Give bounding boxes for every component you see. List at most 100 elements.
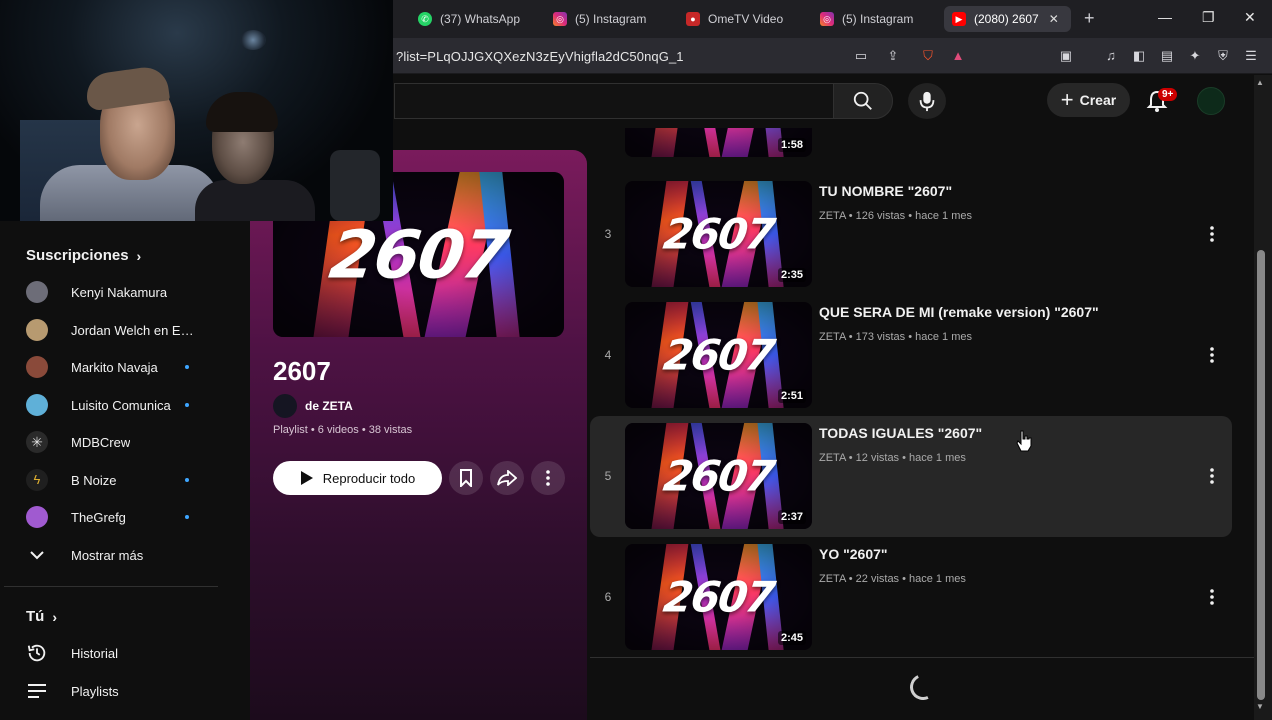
channel-avatar (26, 356, 48, 378)
plus-icon: + (1060, 87, 1074, 112)
close-tab-icon[interactable]: ✕ (1049, 12, 1059, 26)
new-content-dot (185, 478, 189, 482)
notification-count-badge: 9+ (1158, 88, 1178, 101)
save-playlist-button[interactable] (449, 461, 483, 495)
more-actions-button[interactable] (531, 461, 565, 495)
video-row[interactable]: 4 2607 2:51 QUE SERA DE MI (remake versi… (590, 295, 1232, 416)
sidebar-item-history[interactable]: Historial (26, 638, 206, 668)
share-icon[interactable]: ⇪ (885, 48, 901, 64)
you-heading[interactable]: Tú › (26, 608, 57, 625)
sidebar-item-subscription[interactable]: Markito Navaja (26, 352, 206, 382)
video-row[interactable]: 3 2607 2:35 TU NOMBRE "2607" ZETA • 126 … (590, 174, 1232, 295)
playlist-header-panel: 2607 2607 de ZETA Playlist • 6 videos • … (250, 150, 587, 720)
sidebar-item-subscription[interactable]: ✳ MDBCrew (26, 427, 206, 457)
video-row-hovered[interactable]: 5 2607 2:37 TODAS IGUALES "2607" ZETA • … (590, 416, 1232, 537)
chevron-right-icon: › (52, 608, 57, 625)
tab-label: OmeTV Video (708, 12, 784, 26)
tab-label: (5) Instagram (575, 12, 647, 26)
video-menu-button[interactable] (1202, 464, 1222, 488)
tab-whatsapp[interactable]: ✆ (37) WhatsApp (418, 6, 538, 32)
tab-instagram-2[interactable]: ◎ (5) Instagram (820, 6, 940, 32)
search-button[interactable] (833, 83, 893, 119)
channel-name: MDBCrew (71, 434, 131, 450)
restore-icon[interactable]: ❐ (1202, 9, 1215, 26)
menu-icon[interactable]: ☰ (1243, 48, 1259, 64)
tab-instagram-1[interactable]: ◎ (5) Instagram (553, 6, 673, 32)
instagram-icon: ◎ (820, 12, 834, 26)
video-thumbnail[interactable]: 2607 1:58 (625, 128, 812, 157)
video-thumbnail[interactable]: 2607 2:51 (625, 302, 812, 408)
create-button[interactable]: + Crear (1047, 83, 1130, 117)
kebab-menu-icon (1210, 589, 1214, 605)
sidebar-item-subscription[interactable]: TheGrefg (26, 502, 206, 532)
thumbnail-title-text: 2607 (660, 330, 777, 380)
video-title[interactable]: TU NOMBRE "2607" (819, 183, 952, 199)
sidebar-item-subscription[interactable]: ϟ B Noize (26, 465, 206, 495)
channel-avatar: ϟ (26, 469, 48, 491)
scrollbar-thumb[interactable] (1257, 250, 1265, 700)
kebab-menu-icon (546, 470, 550, 486)
voice-search-button[interactable] (908, 83, 946, 119)
hand-cursor-icon (1016, 430, 1032, 452)
new-tab-icon[interactable]: + (1084, 8, 1095, 29)
video-title[interactable]: QUE SERA DE MI (remake version) "2607" (819, 304, 1099, 320)
scroll-up-arrow-icon[interactable]: ▲ (1256, 78, 1264, 87)
channel-avatar (26, 319, 48, 341)
share-playlist-button[interactable] (490, 461, 524, 495)
minimize-icon[interactable]: — (1158, 9, 1172, 25)
tab-youtube-active[interactable]: ▶ (2080) 2607 ✕ (944, 6, 1071, 32)
channel-avatar (26, 281, 48, 303)
thumbnail-title-text: 2607 (660, 572, 777, 622)
search-input[interactable] (394, 83, 834, 119)
video-row[interactable]: 2607 1:58 (590, 128, 1232, 165)
url-text[interactable]: ?list=PLqOJJGXQXezN3zEyVhigfla2dC50nqG_1 (396, 49, 684, 64)
subscriptions-heading[interactable]: Suscripciones › (26, 247, 141, 264)
video-menu-button[interactable] (1202, 585, 1222, 609)
show-more-button[interactable]: Mostrar más (26, 540, 206, 570)
loading-spinner-icon (906, 670, 940, 704)
channel-name: Markito Navaja (71, 359, 158, 375)
new-content-dot (185, 515, 189, 519)
playlist-title: 2607 (273, 356, 331, 386)
you-title: Tú (26, 608, 45, 625)
vpn-icon[interactable]: ⛨ (1215, 48, 1231, 64)
video-title[interactable]: YO "2607" (819, 546, 888, 562)
instagram-icon: ◎ (553, 12, 567, 26)
video-thumbnail[interactable]: 2607 2:35 (625, 181, 812, 287)
brave-shield-icon[interactable]: ⛉ (920, 48, 936, 64)
channel-avatar (26, 394, 48, 416)
brave-rewards-icon[interactable]: ▲ (950, 48, 966, 64)
sidebar-item-subscription[interactable]: Luisito Comunica (26, 390, 206, 420)
sidebar-toggle-icon[interactable]: ◧ (1131, 48, 1147, 64)
wallet-icon[interactable]: ▤ (1159, 48, 1175, 64)
channel-avatar (26, 506, 48, 528)
leo-ai-icon[interactable]: ✦ (1187, 48, 1203, 64)
close-window-icon[interactable]: ✕ (1244, 9, 1256, 26)
video-index: 4 (604, 348, 612, 362)
create-label: Crear (1079, 92, 1117, 108)
video-menu-button[interactable] (1202, 222, 1222, 246)
new-content-dot (185, 403, 189, 407)
play-all-label: Reproducir todo (322, 470, 416, 486)
tab-ometv[interactable]: ● OmeTV Video (686, 6, 796, 32)
ceiling-light (240, 30, 266, 50)
person-two-body (195, 180, 315, 221)
channel-avatar: ✳ (26, 431, 48, 453)
cast-icon[interactable]: ▭ (853, 48, 869, 64)
video-thumbnail[interactable]: 2607 2:45 (625, 544, 812, 650)
sidebar-item-playlists[interactable]: Playlists (26, 676, 206, 706)
scroll-down-arrow-icon[interactable]: ▼ (1256, 702, 1264, 711)
play-all-button[interactable]: Reproducir todo (273, 461, 442, 495)
account-avatar[interactable] (1197, 87, 1225, 115)
media-icon[interactable]: ♫ (1103, 48, 1119, 64)
video-title[interactable]: TODAS IGUALES "2607" (819, 425, 982, 441)
video-menu-button[interactable] (1202, 343, 1222, 367)
history-label: Historial (71, 645, 118, 661)
reader-mode-icon[interactable]: ▣ (1058, 48, 1074, 64)
video-thumbnail[interactable]: 2607 2:37 (625, 423, 812, 529)
sidebar-item-subscription[interactable]: Jordan Welch en Es... (26, 315, 206, 345)
playlist-owner[interactable]: de ZETA (273, 394, 353, 418)
video-row[interactable]: 6 2607 2:45 YO "2607" ZETA • 22 vistas •… (590, 537, 1232, 658)
sidebar-item-subscription[interactable]: Kenyi Nakamura (26, 277, 206, 307)
new-content-dot (185, 365, 189, 369)
